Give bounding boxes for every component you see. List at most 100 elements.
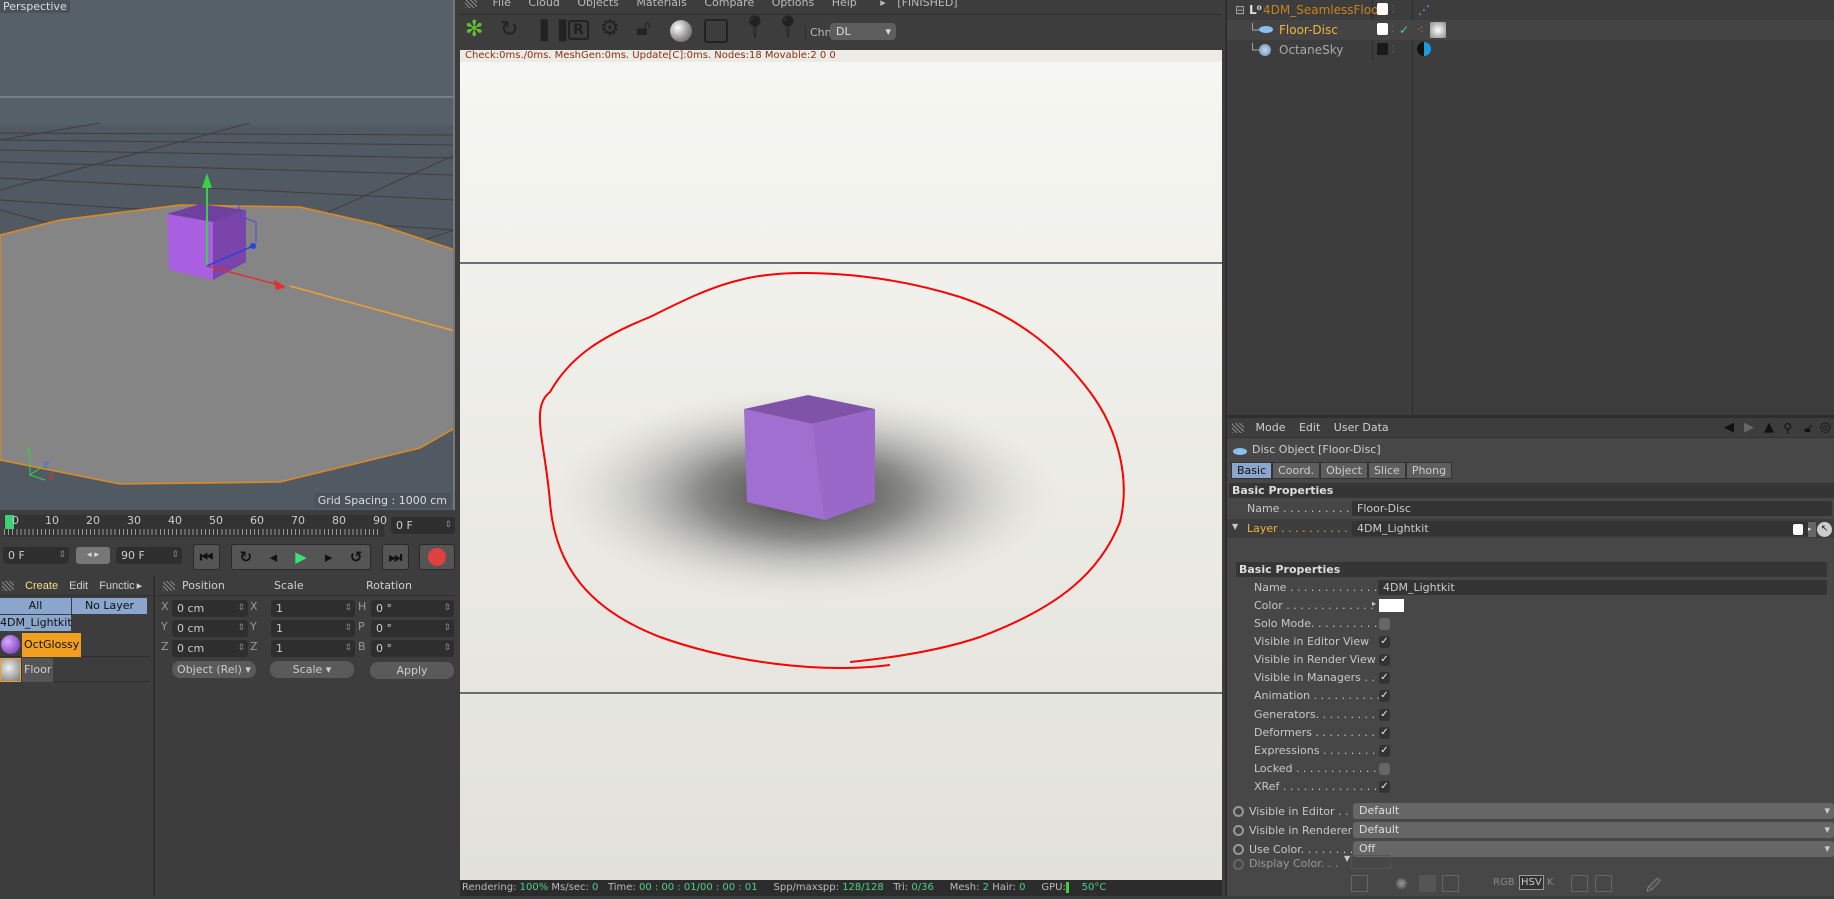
material-pick-icon[interactable]: 📍︎	[774, 15, 802, 40]
panel-grip-icon[interactable]	[1232, 423, 1244, 433]
editor-viewport[interactable]: Perspective Y Z X Grid Spacing : 1000 cm	[0, 0, 455, 510]
image-mode-icon[interactable]	[1442, 875, 1459, 892]
tab-coord[interactable]: Coord.	[1272, 462, 1321, 479]
menu-mode[interactable]: Mode	[1256, 421, 1286, 434]
flag-checkbox[interactable]: ✓	[1379, 672, 1390, 685]
swatch-mode-icon[interactable]	[1419, 875, 1436, 892]
menu-materials[interactable]: Materials	[636, 0, 686, 9]
flag-checkbox[interactable]: ✓	[1379, 654, 1390, 667]
flag-checkbox[interactable]: ✓	[1379, 726, 1390, 739]
visibility-dots[interactable]: ⁚	[1391, 40, 1394, 60]
spectrum-icon[interactable]: ✺	[1395, 875, 1408, 893]
menu-objects[interactable]: Objects	[577, 0, 619, 9]
menu-options[interactable]: Options	[772, 0, 814, 9]
flag-checkbox[interactable]: ✓	[1379, 636, 1390, 649]
object-name[interactable]: 4DM_SeamlessFloor	[1263, 0, 1383, 20]
pause-icon[interactable]: ❚❚	[535, 17, 572, 42]
scale-mode-dropdown[interactable]: Scale ▾	[270, 661, 354, 678]
layer-color-swatch[interactable]	[1377, 23, 1388, 35]
scale-field[interactable]: 1	[271, 620, 355, 637]
timeline-ruler[interactable]	[4, 515, 384, 537]
render-canvas[interactable]	[460, 62, 1222, 880]
menu-user-data[interactable]: User Data	[1334, 421, 1389, 434]
gradient-mode-icon[interactable]	[1595, 875, 1612, 892]
menu-compare[interactable]: Compare	[704, 0, 754, 9]
material-tag-icon[interactable]	[1430, 22, 1446, 38]
hsv-mode[interactable]: HSV	[1519, 875, 1544, 890]
focus-pick-icon[interactable]: 📍︎	[741, 15, 769, 40]
next-frame-button[interactable]: ▸	[315, 545, 343, 569]
position-field[interactable]: 0 cm	[172, 620, 248, 637]
current-frame-field[interactable]: 0 F	[391, 517, 455, 534]
dropdown[interactable]: Off	[1353, 841, 1834, 857]
eyedropper-icon[interactable]: 🖉︎	[1646, 875, 1661, 899]
pointer-icon[interactable]: ▲	[1764, 418, 1774, 438]
color-swatch[interactable]	[1379, 599, 1404, 612]
region-render-icon[interactable]: R	[568, 20, 589, 40]
filter-all[interactable]: All	[0, 598, 71, 614]
visibility-dots[interactable]: ⁚	[1391, 0, 1394, 20]
layer-menu-arrow[interactable]: ▸	[1808, 522, 1816, 537]
rotation-field[interactable]: 0 °	[371, 640, 454, 657]
menu-function[interactable]: Functic	[99, 580, 134, 592]
target-icon[interactable]: ◎	[1820, 418, 1831, 438]
start-frame-field[interactable]: 0 F	[3, 547, 69, 564]
color-wheel-mode-icon[interactable]	[1351, 875, 1368, 892]
animate-radio[interactable]	[1233, 825, 1244, 836]
material-item[interactable]: OctGlossy	[0, 633, 150, 657]
record-button[interactable]	[419, 544, 455, 570]
tab-object[interactable]: Object	[1320, 462, 1368, 479]
display-color-expand-icon[interactable]: ▼	[1344, 854, 1350, 863]
enabled-check-icon[interactable]: ✓	[1399, 20, 1409, 40]
goto-end-button[interactable]: ⏭	[382, 544, 409, 570]
settings-gear-icon[interactable]: ⚙	[600, 16, 620, 41]
pick-layer-icon[interactable]: ↖	[1817, 522, 1832, 537]
panel-grip-icon[interactable]	[2, 581, 14, 592]
menu-more-icon[interactable]: ▸	[137, 580, 143, 592]
goto-start-button[interactable]: ⏮	[193, 544, 220, 570]
layer-color-swatch[interactable]	[1377, 3, 1388, 15]
tab-basic[interactable]: Basic	[1231, 462, 1273, 479]
expand-layer-icon[interactable]: ▼	[1232, 522, 1238, 531]
lock-icon[interactable]: 🔓︎	[636, 16, 650, 41]
search-icon[interactable]: ⚲	[1783, 418, 1792, 438]
scale-field[interactable]: 1	[271, 640, 355, 657]
visibility-dots[interactable]: ⁚	[1391, 20, 1394, 40]
name-field[interactable]: Floor-Disc	[1352, 501, 1832, 516]
object-row[interactable]: └─ Floor-Disc ⁚ ✓ ⁖	[1227, 20, 1834, 40]
tag-icon[interactable]: ⋰	[1418, 0, 1430, 20]
menu-edit[interactable]: Edit	[1299, 421, 1320, 434]
layer-tab[interactable]: 4DM_Lightkit	[0, 615, 72, 631]
play-button[interactable]: ▶	[287, 545, 315, 569]
layer-name-field[interactable]: 4DM_Lightkit	[1378, 580, 1827, 595]
section-header[interactable]: Basic Properties	[1229, 483, 1834, 498]
kelvin-mode[interactable]: K	[1547, 877, 1554, 888]
position-field[interactable]: 0 cm	[172, 600, 248, 617]
flag-checkbox[interactable]: ✓	[1379, 708, 1390, 721]
end-frame-field[interactable]: 90 F	[116, 547, 182, 564]
coordinate-mode-dropdown[interactable]: Object (Rel) ▾	[172, 661, 256, 678]
next-key-button[interactable]: ↺	[342, 545, 370, 569]
menu-edit[interactable]: Edit	[69, 580, 88, 592]
viewport-label[interactable]: Perspective	[0, 0, 70, 13]
clay-mode-icon[interactable]	[704, 19, 728, 43]
tab-phong[interactable]: Phong	[1405, 462, 1453, 479]
animate-radio[interactable]	[1233, 844, 1244, 855]
channel-dropdown[interactable]: DL ▾	[830, 23, 896, 40]
panel-grip-icon[interactable]	[465, 0, 477, 8]
restart-render-icon[interactable]: ↻	[500, 17, 518, 42]
object-name[interactable]: Floor-Disc	[1279, 20, 1338, 40]
display-color-swatch[interactable]	[1351, 855, 1391, 869]
object-row[interactable]: └─ OctaneSky ⁚	[1227, 40, 1834, 60]
material-preview-icon[interactable]	[670, 20, 692, 42]
layer-color-swatch[interactable]	[1377, 43, 1388, 55]
material-item[interactable]: Floor	[0, 658, 150, 682]
menu-file[interactable]: File	[493, 0, 511, 9]
menu-help[interactable]: Help	[832, 0, 857, 9]
rotation-field[interactable]: 0 °	[371, 620, 454, 637]
object-row[interactable]: ⊟ L⁰ 4DM_SeamlessFloor ⁚ ⋰	[1227, 0, 1834, 20]
layer-field[interactable]: 4DM_Lightkit	[1352, 521, 1816, 536]
back-arrow-icon[interactable]: ◀	[1724, 418, 1734, 438]
flag-checkbox[interactable]	[1379, 618, 1390, 630]
filter-no-layer[interactable]: No Layer	[72, 598, 147, 614]
